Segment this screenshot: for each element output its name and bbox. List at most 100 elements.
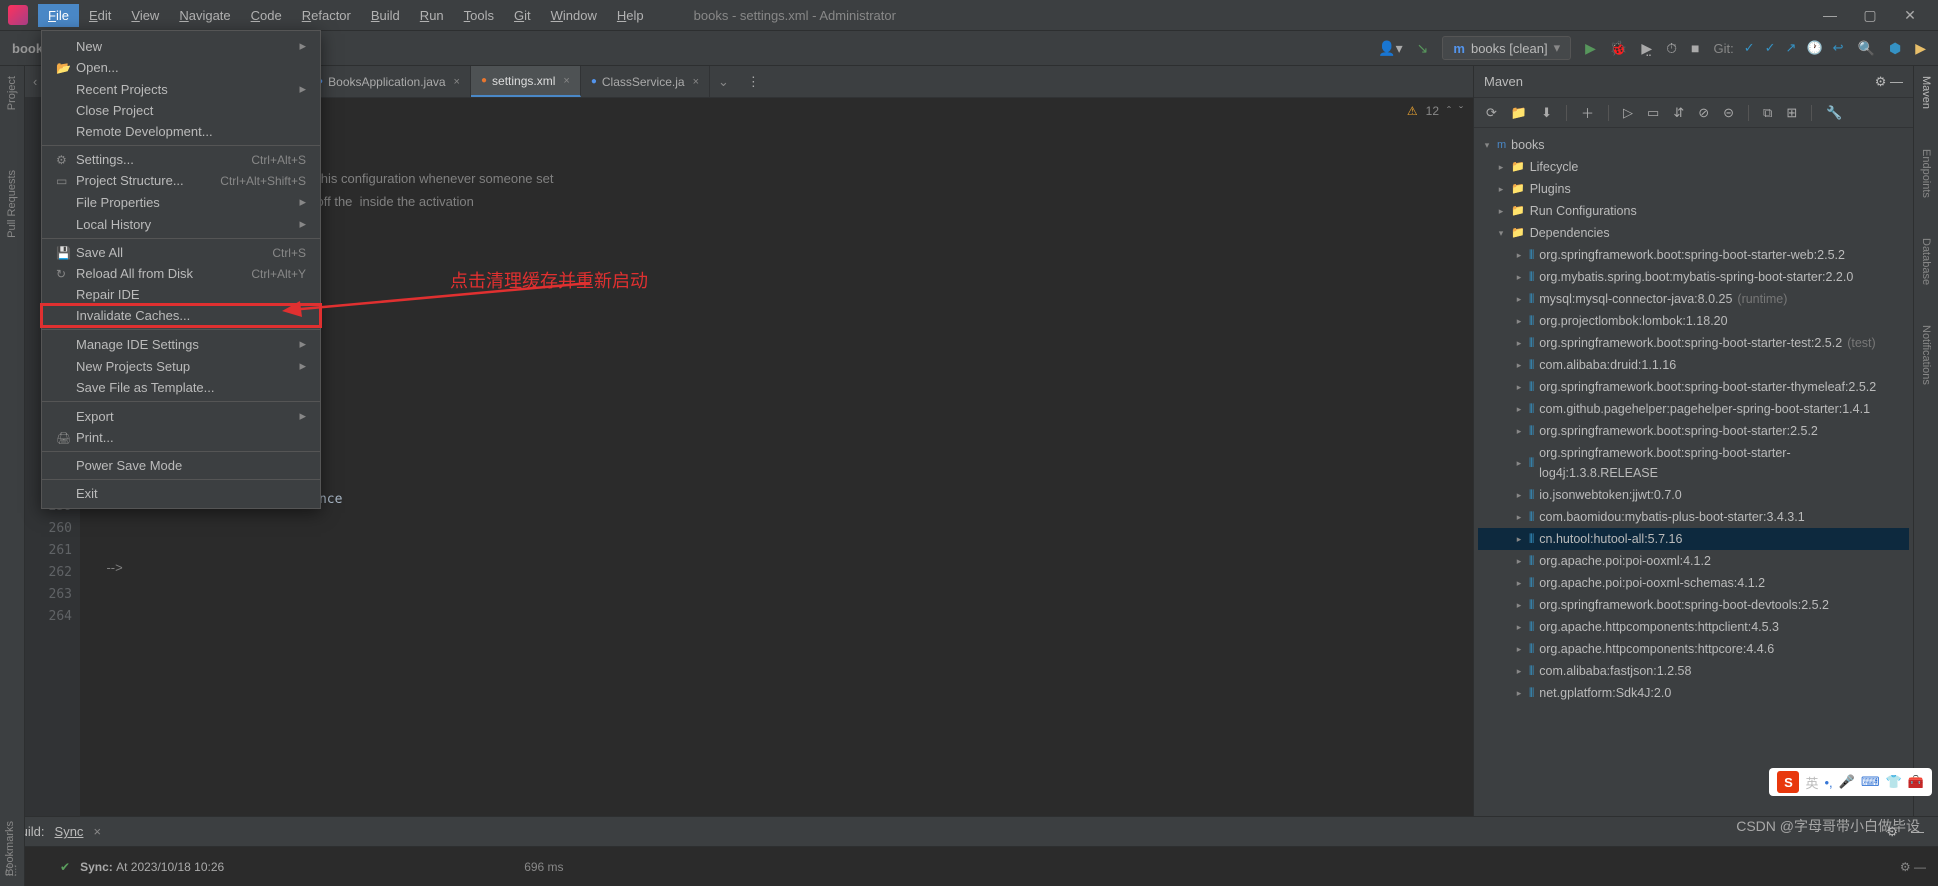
menu-item-settings-[interactable]: ⚙Settings...Ctrl+Alt+S bbox=[42, 149, 320, 170]
tool-maven[interactable]: Maven bbox=[1920, 76, 1932, 109]
maven-node[interactable]: ▸⫴io.jsonwebtoken:jjwt:0.7.0 bbox=[1478, 484, 1909, 506]
maven-node[interactable]: ▸⫴org.springframework.boot:spring-boot-s… bbox=[1478, 244, 1909, 266]
structure-icon[interactable]: ⬚ bbox=[5, 862, 17, 878]
maven-node[interactable]: ▸⫴org.springframework.boot:spring-boot-s… bbox=[1478, 332, 1909, 354]
git-rollback-icon[interactable]: ↩ bbox=[1833, 40, 1844, 56]
tool-notifications[interactable]: Notifications bbox=[1920, 325, 1932, 385]
minimize-button[interactable]: — bbox=[1810, 7, 1850, 23]
inspection-status[interactable]: ⚠ 12 ˆ ˇ bbox=[1407, 104, 1463, 118]
menu-item-save-file-as-template-[interactable]: Save File as Template... bbox=[42, 377, 320, 398]
maven-node[interactable]: ▸📁Lifecycle bbox=[1478, 156, 1909, 178]
tool-endpoints[interactable]: Endpoints bbox=[1920, 149, 1932, 198]
maven-node[interactable]: ▸⫴org.springframework.boot:spring-boot-d… bbox=[1478, 594, 1909, 616]
ime-lang[interactable]: 英 bbox=[1805, 773, 1818, 792]
maven-node[interactable]: ▸📁Run Configurations bbox=[1478, 200, 1909, 222]
maven-tree[interactable]: ▾mbooks▸📁Lifecycle▸📁Plugins▸📁Run Configu… bbox=[1474, 128, 1913, 816]
close-sync-icon[interactable]: × bbox=[93, 824, 101, 839]
menu-edit[interactable]: Edit bbox=[79, 4, 121, 27]
sync-settings-icon[interactable]: ⚙ — bbox=[1900, 860, 1926, 874]
ime-punct-icon[interactable]: •, bbox=[1825, 775, 1833, 790]
menu-help[interactable]: Help bbox=[607, 4, 654, 27]
tool-database[interactable]: Database bbox=[1920, 238, 1932, 285]
menu-item-export[interactable]: Export▸ bbox=[42, 405, 320, 427]
tool-project[interactable]: Project bbox=[6, 76, 18, 110]
git-commit-icon[interactable]: ✓ bbox=[1765, 40, 1776, 56]
menu-item-close-project[interactable]: Close Project bbox=[42, 100, 320, 121]
wrench-icon[interactable]: 🔧 bbox=[1826, 105, 1842, 121]
maven-node[interactable]: ▸⫴org.springframework.boot:spring-boot-s… bbox=[1478, 420, 1909, 442]
tab-settings-xml[interactable]: ●settings.xml× bbox=[471, 66, 581, 97]
tab-BooksApplication-java[interactable]: ●BooksApplication.java× bbox=[307, 66, 471, 97]
tab-menu-icon[interactable]: ⋮ bbox=[737, 74, 770, 90]
maven-node[interactable]: ▸⫴org.apache.httpcomponents:httpclient:4… bbox=[1478, 616, 1909, 638]
maven-hide-icon[interactable]: — bbox=[1890, 74, 1903, 89]
maven-node[interactable]: ▸⫴org.apache.poi:poi-ooxml:4.1.2 bbox=[1478, 550, 1909, 572]
run-maven-icon[interactable]: ▷ bbox=[1623, 105, 1633, 121]
ime-tool-icon[interactable]: 🧰 bbox=[1908, 774, 1924, 790]
maven-node[interactable]: ▸📁Plugins bbox=[1478, 178, 1909, 200]
stop-icon[interactable]: ■ bbox=[1691, 40, 1699, 56]
maven-settings-icon[interactable]: ⚙ bbox=[1875, 74, 1887, 89]
maven-node[interactable]: ▸⫴mysql:mysql-connector-java:8.0.25 (run… bbox=[1478, 288, 1909, 310]
add-icon[interactable]: ＋ bbox=[1581, 103, 1594, 122]
run-icon[interactable]: ▶ bbox=[1585, 40, 1596, 57]
menu-build[interactable]: Build bbox=[361, 4, 410, 27]
sync-tab[interactable]: Sync bbox=[55, 824, 84, 839]
maven-node[interactable]: ▸⫴com.github.pagehelper:pagehelper-sprin… bbox=[1478, 398, 1909, 420]
tab-ClassService-ja[interactable]: ●ClassService.ja× bbox=[581, 66, 710, 97]
show-deps-icon[interactable]: ⊞ bbox=[1786, 105, 1797, 121]
download-icon[interactable]: ⬇ bbox=[1541, 105, 1552, 121]
git-push-icon[interactable]: ↗ bbox=[1786, 40, 1797, 56]
ime-toolbar[interactable]: S 英 •, 🎤 ⌨ 👕 🧰 bbox=[1769, 768, 1932, 796]
ime-keyboard-icon[interactable]: ⌨ bbox=[1861, 774, 1880, 790]
menu-item-file-properties[interactable]: File Properties▸ bbox=[42, 191, 320, 213]
menu-window[interactable]: Window bbox=[541, 4, 607, 27]
maximize-button[interactable]: ▢ bbox=[1850, 7, 1890, 24]
close-button[interactable]: ✕ bbox=[1890, 7, 1930, 24]
menu-run[interactable]: Run bbox=[410, 4, 454, 27]
run-config-dropdown[interactable]: m books [clean] ▾ bbox=[1442, 36, 1571, 60]
settings-icon[interactable]: ⬢ bbox=[1889, 40, 1901, 57]
maven-node[interactable]: ▾📁Dependencies bbox=[1478, 222, 1909, 244]
menu-item-local-history[interactable]: Local History▸ bbox=[42, 213, 320, 235]
maven-node[interactable]: ▸⫴com.alibaba:druid:1.1.16 bbox=[1478, 354, 1909, 376]
maven-node[interactable]: ▸⫴net.gplatform:Sdk4J:2.0 bbox=[1478, 682, 1909, 704]
menu-tools[interactable]: Tools bbox=[454, 4, 504, 27]
menu-item-open-[interactable]: 📂Open... bbox=[42, 57, 320, 78]
collapse-icon[interactable]: ⧉ bbox=[1763, 105, 1772, 121]
toggle-icon[interactable]: ⇵ bbox=[1673, 105, 1684, 121]
maven-node[interactable]: ▸⫴org.springframework.boot:spring-boot-s… bbox=[1478, 442, 1909, 484]
menu-item-new-projects-setup[interactable]: New Projects Setup▸ bbox=[42, 355, 320, 377]
menu-item-repair-ide[interactable]: Repair IDE bbox=[42, 284, 320, 305]
menu-item-project-structure-[interactable]: ▭Project Structure...Ctrl+Alt+Shift+S bbox=[42, 170, 320, 191]
tool-pull-requests[interactable]: Pull Requests bbox=[6, 170, 18, 238]
menu-refactor[interactable]: Refactor bbox=[292, 4, 361, 27]
skip-tests-icon[interactable]: ⊘ bbox=[1698, 105, 1709, 121]
next-problem-icon[interactable]: ˇ bbox=[1459, 104, 1463, 118]
menu-git[interactable]: Git bbox=[504, 4, 541, 27]
ime-voice-icon[interactable]: 🎤 bbox=[1839, 774, 1855, 790]
hammer-icon[interactable]: ↘ bbox=[1417, 40, 1429, 57]
prev-problem-icon[interactable]: ˆ bbox=[1447, 104, 1451, 118]
tab-more-icon[interactable]: ⌄ bbox=[710, 74, 737, 90]
menu-item-exit[interactable]: Exit bbox=[42, 483, 320, 504]
user-icon[interactable]: 👤▾ bbox=[1378, 40, 1402, 57]
maven-node[interactable]: ▸⫴cn.hutool:hutool-all:5.7.16 bbox=[1478, 528, 1909, 550]
ime-skin-icon[interactable]: 👕 bbox=[1886, 774, 1902, 790]
maven-node[interactable]: ▸⫴com.baomidou:mybatis-plus-boot-starter… bbox=[1478, 506, 1909, 528]
menu-view[interactable]: View bbox=[121, 4, 169, 27]
maven-node[interactable]: ▸⫴org.apache.poi:poi-ooxml-schemas:4.1.2 bbox=[1478, 572, 1909, 594]
profile-icon[interactable]: ⏱ bbox=[1666, 40, 1677, 57]
menu-item-invalidate-caches-[interactable]: Invalidate Caches... bbox=[42, 305, 320, 326]
menu-file[interactable]: File bbox=[38, 4, 79, 27]
menu-item-print-[interactable]: 🖨Print... bbox=[42, 427, 320, 448]
maven-node[interactable]: ▸⫴org.projectlombok:lombok:1.18.20 bbox=[1478, 310, 1909, 332]
menu-code[interactable]: Code bbox=[241, 4, 292, 27]
menu-navigate[interactable]: Navigate bbox=[169, 4, 240, 27]
generate-icon[interactable]: 📁 bbox=[1511, 105, 1527, 121]
maven-node[interactable]: ▸⫴org.apache.httpcomponents:httpcore:4.4… bbox=[1478, 638, 1909, 660]
menu-item-manage-ide-settings[interactable]: Manage IDE Settings▸ bbox=[42, 333, 320, 355]
maven-node[interactable]: ▾mbooks bbox=[1478, 134, 1909, 156]
menu-item-save-all[interactable]: 💾Save AllCtrl+S bbox=[42, 242, 320, 263]
maven-node[interactable]: ▸⫴org.mybatis.spring.boot:mybatis-spring… bbox=[1478, 266, 1909, 288]
